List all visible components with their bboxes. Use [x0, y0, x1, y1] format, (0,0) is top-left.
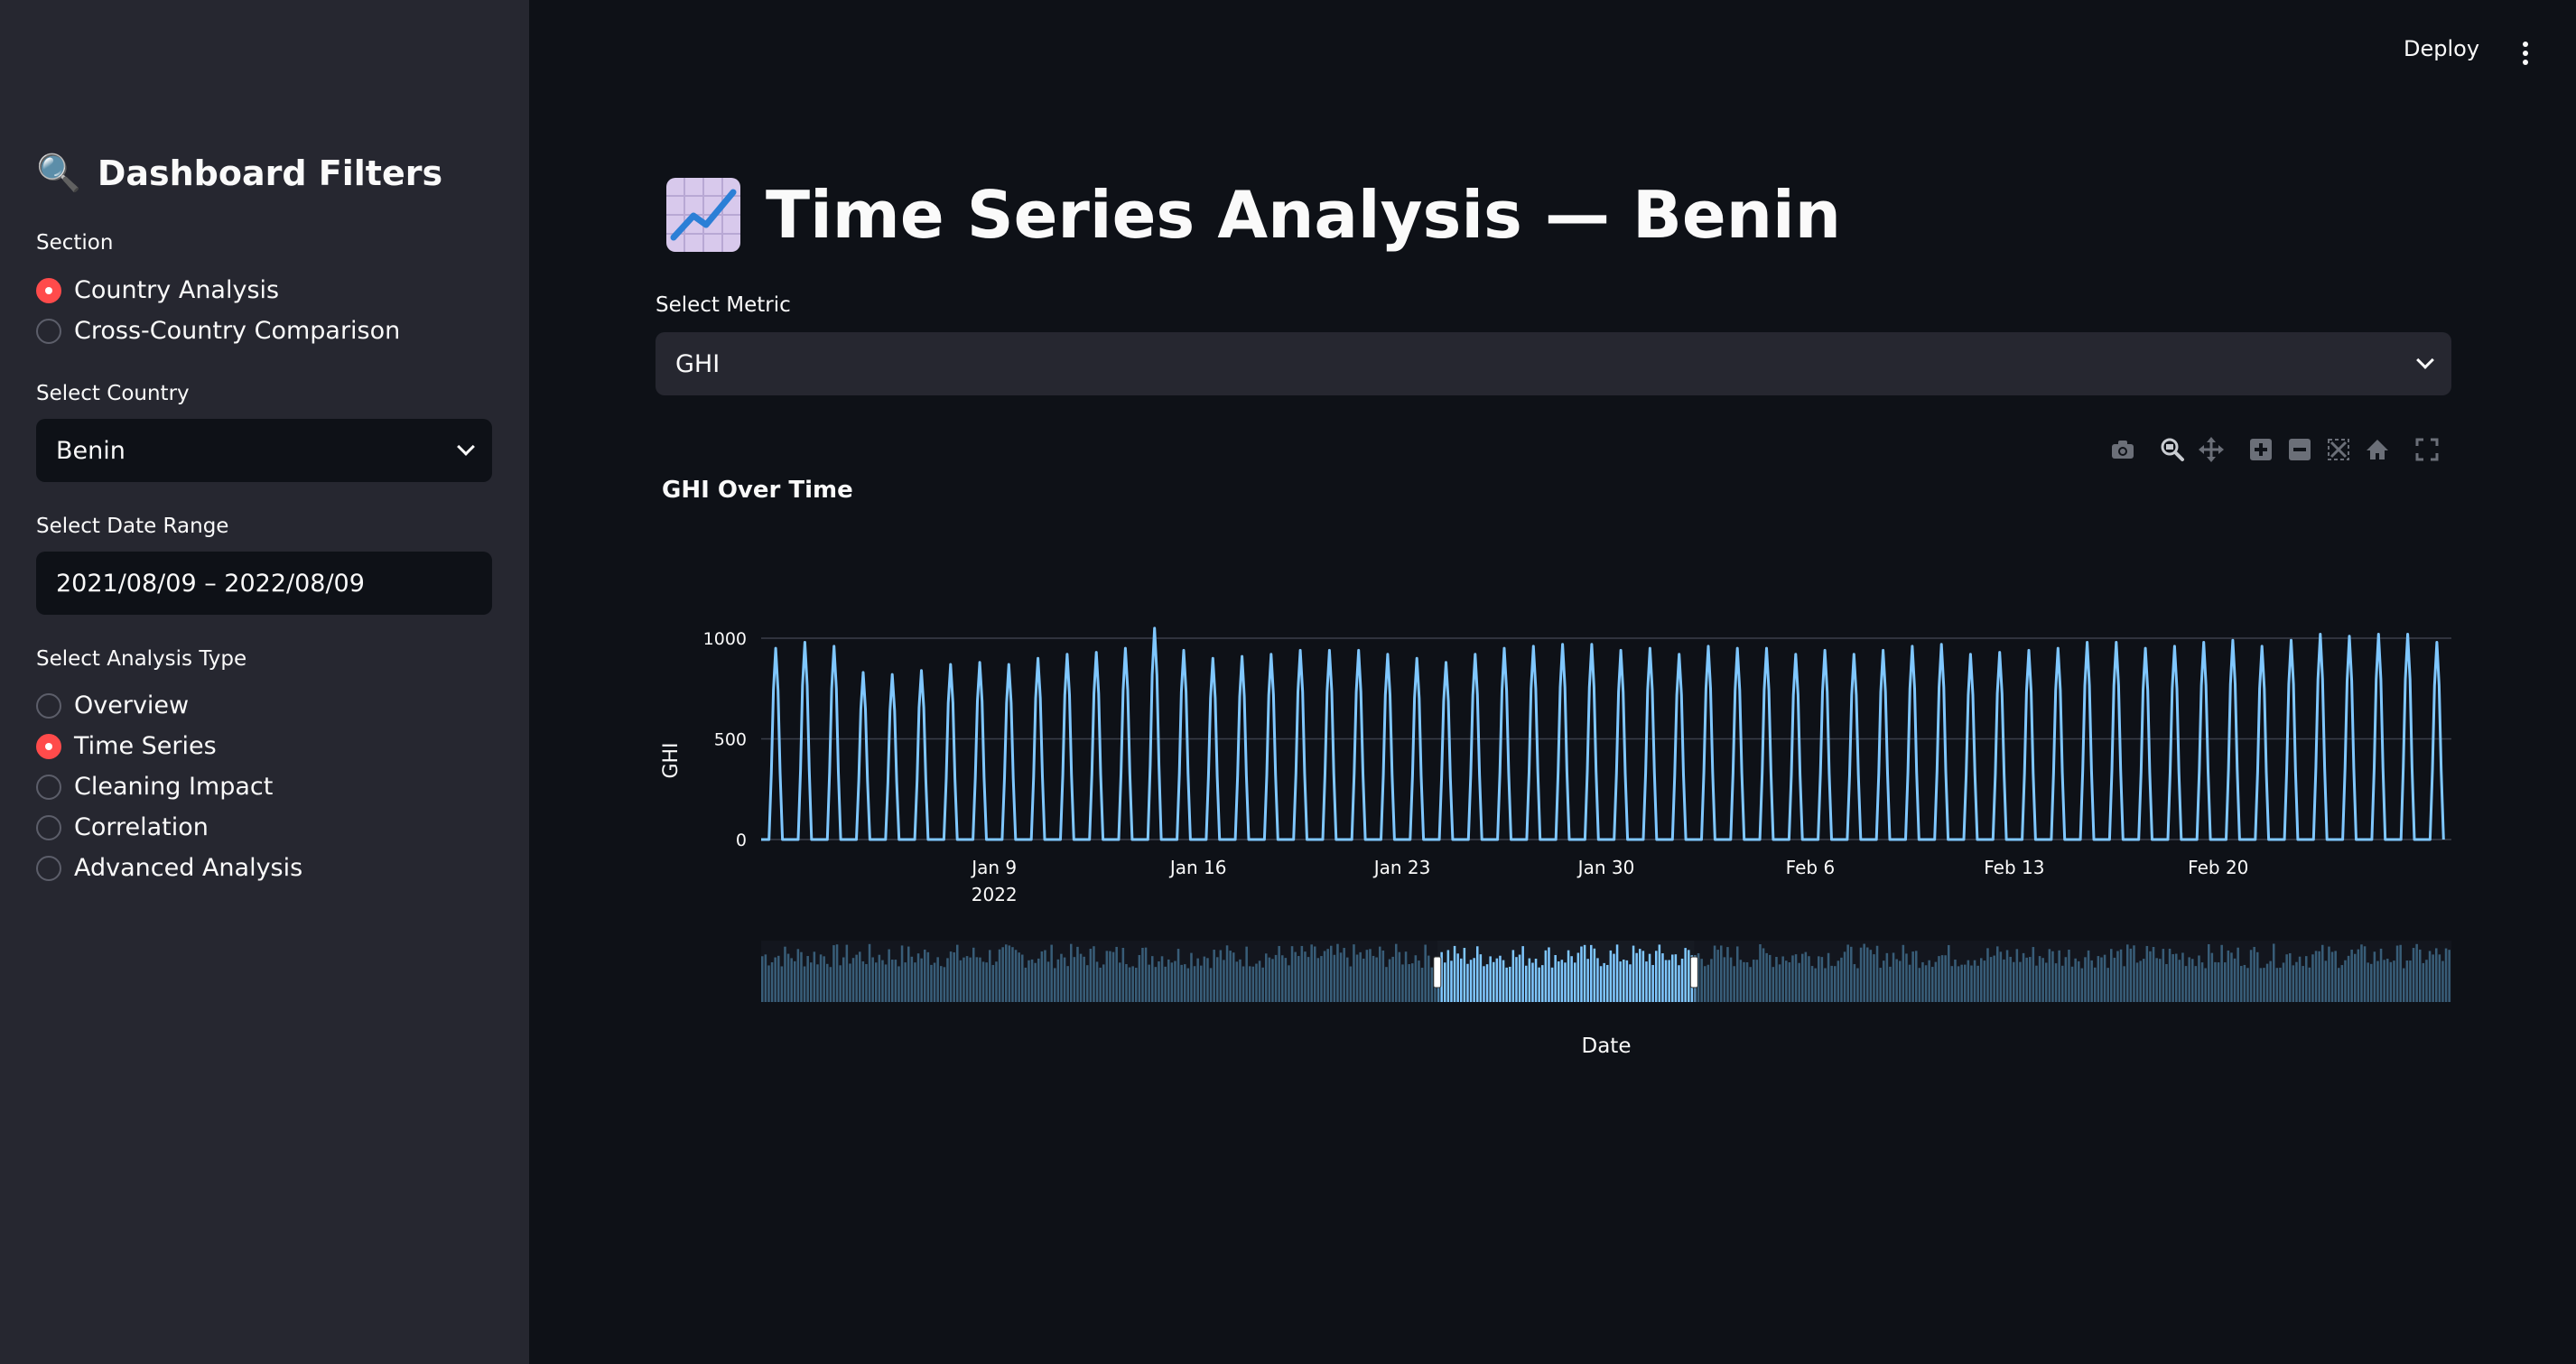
range-slider-bar [1623, 960, 1625, 1002]
range-slider-bar [1489, 956, 1492, 1002]
x-tick-label: Jan 16 [1168, 857, 1227, 878]
range-slider-bar [1629, 964, 1632, 1002]
range-slider-bar [1521, 946, 1524, 1002]
range-slider-bar [1502, 960, 1505, 1002]
range-slider-bar [1483, 966, 1485, 1002]
range-slider-bar [1476, 946, 1479, 1002]
range-slider-bar [1613, 953, 1615, 1002]
range-slider-bar [1538, 967, 1540, 1002]
x-tick-label: Feb 6 [1786, 857, 1836, 878]
x-tick-label: Jan 30 [1576, 857, 1635, 878]
range-slider-bar [1511, 950, 1515, 1002]
range-slider-bar [1554, 954, 1557, 1002]
range-slider-bar [1674, 954, 1678, 1002]
y-tick-label: 0 [736, 830, 747, 850]
range-slider-bar [1574, 962, 1576, 1002]
x-axis-label: Date [1582, 1035, 1632, 1058]
range-slider-bar [1641, 951, 1645, 1002]
x-tick-label: Feb 20 [2188, 857, 2248, 878]
range-slider-bar [1599, 966, 1603, 1002]
x-tick-sublabel: 2022 [972, 884, 1018, 905]
ghi-time-series-chart[interactable]: 0 500 1000 GHI Jan 9 2022 Jan 16 Jan 23 Jan 30… [0, 0, 2576, 1083]
range-slider-handle-left[interactable] [1433, 956, 1442, 988]
range-slider-bar [1450, 960, 1453, 1002]
range-slider-bar [1684, 948, 1687, 1002]
range-slider-bar [1651, 965, 1654, 1002]
range-slider-bar [1499, 955, 1502, 1002]
range-slider-bar [1453, 945, 1456, 1002]
range-slider-bar [1528, 958, 1531, 1002]
range-slider-bar [1648, 953, 1651, 1002]
range-slider-bar [1515, 957, 1518, 1002]
range-slider-bar [1615, 944, 1619, 1002]
range-slider-bar [1658, 944, 1661, 1002]
range-slider-bar [1655, 951, 1658, 1002]
range-slider-bar [1596, 958, 1599, 1002]
x-tick-label: Feb 13 [1984, 857, 2044, 878]
range-slider-bar [1639, 949, 1641, 1002]
range-slider-bar [1580, 946, 1583, 1002]
range-slider-mask-left [761, 941, 1437, 1002]
y-tick-label: 500 [714, 730, 747, 750]
range-slider-bar [1576, 952, 1580, 1002]
y-tick-label: 1000 [703, 629, 747, 649]
range-slider-bar [1619, 961, 1622, 1002]
range-slider-bar [1564, 962, 1567, 1002]
range-slider-bar [1544, 950, 1548, 1002]
range-slider-bar [1606, 964, 1609, 1002]
range-slider-bar [1541, 965, 1544, 1002]
range-slider-bar [1463, 948, 1466, 1002]
range-slider-bar [1469, 960, 1473, 1002]
range-slider-bar [1632, 945, 1635, 1002]
range-slider-bar [1609, 950, 1613, 1002]
range-slider-bar [1548, 947, 1550, 1002]
range-slider-bar [1479, 954, 1483, 1002]
range-slider-bar [1518, 954, 1521, 1002]
range-slider-bar [1680, 958, 1684, 1002]
range-slider-bar [1593, 948, 1596, 1002]
range-slider-bar [1525, 965, 1528, 1002]
range-slider-bar [1509, 966, 1511, 1002]
ghi-series-line [761, 626, 2445, 841]
x-axis-ticks: Jan 9 2022 Jan 16 Jan 23 Jan 30 Feb 6 Feb 13 Fe… [970, 857, 2248, 905]
x-tick-label: Jan 9 [970, 857, 1017, 878]
range-slider-bar [1505, 967, 1508, 1002]
range-slider[interactable] [761, 941, 2451, 1002]
range-slider-bar [1586, 959, 1589, 1002]
range-slider-bar [1635, 952, 1638, 1002]
range-slider-bar [1570, 956, 1573, 1002]
y-axis-label: GHI [660, 742, 683, 778]
range-slider-bar [1645, 961, 1648, 1002]
range-slider-bar [1495, 958, 1499, 1002]
range-slider-bar [1473, 958, 1475, 1002]
range-slider-bar [1493, 961, 1495, 1002]
range-slider-bar [1603, 962, 1605, 1002]
range-slider-bar [1661, 953, 1664, 1002]
range-slider-bar [1466, 963, 1469, 1002]
y-axis-ticks: 0 500 1000 [703, 629, 747, 850]
range-slider-bar [1668, 960, 1670, 1002]
range-slider-bar [1590, 944, 1593, 1002]
range-slider-bar [1678, 965, 1680, 1002]
range-slider-bar [1625, 960, 1629, 1002]
range-slider-bar [1664, 960, 1668, 1002]
range-slider-bar [1460, 958, 1463, 1002]
range-slider-bar [1671, 954, 1674, 1002]
range-slider-mask-right [1694, 941, 2451, 1002]
range-slider-bar [1558, 961, 1560, 1002]
range-slider-bar [1485, 964, 1489, 1002]
range-slider-bar [1444, 962, 1446, 1002]
range-slider-bar [1567, 950, 1570, 1002]
range-slider-bar [1583, 944, 1586, 1002]
range-slider-bar [1534, 958, 1538, 1002]
range-slider-bar [1550, 967, 1554, 1002]
range-slider-bar [1531, 962, 1534, 1002]
x-tick-label: Jan 23 [1372, 857, 1431, 878]
range-slider-bar [1688, 950, 1690, 1002]
range-slider-bar [1560, 960, 1564, 1002]
range-slider-bar [1456, 953, 1459, 1002]
range-slider-bar [1446, 950, 1450, 1002]
range-slider-handle-right[interactable] [1689, 956, 1698, 988]
